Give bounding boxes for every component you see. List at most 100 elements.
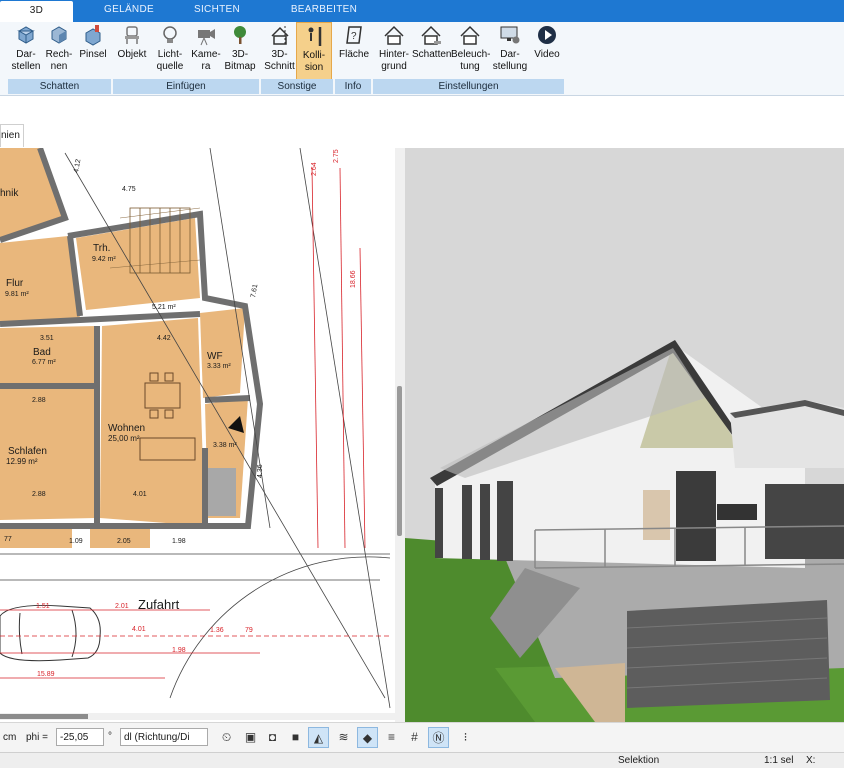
play-video-icon (538, 26, 556, 44)
svg-text:1.09: 1.09 (69, 538, 83, 545)
svg-text:18.66: 18.66 (350, 270, 357, 288)
status-x-coordinate: X: (806, 755, 816, 766)
house-light-icon (460, 25, 480, 45)
phi-input[interactable]: -25,05 (56, 728, 104, 746)
tab-sichten[interactable]: SICHTEN (184, 0, 250, 22)
svg-text:2.64: 2.64 (311, 162, 318, 176)
level-icon[interactable]: ⁝ (455, 727, 476, 748)
video-button[interactable]: Video (531, 22, 563, 80)
svg-text:5.21 m²: 5.21 m² (152, 304, 176, 311)
svg-text:4.01: 4.01 (132, 626, 146, 633)
pinsel-button[interactable]: Pinsel (77, 22, 109, 80)
group-einstellungen: Einstellungen (373, 79, 564, 94)
monitor-icon[interactable]: ▣ (240, 727, 261, 748)
texture-icon[interactable]: ≋ (333, 727, 354, 748)
phi-label: phi = (26, 732, 48, 743)
clock-icon[interactable]: ⏲ (216, 727, 237, 748)
schatten-button[interactable]: Schatten (412, 22, 451, 80)
status-scale: 1:1 sel (764, 755, 794, 766)
svg-text:Zufahrt: Zufahrt (138, 597, 180, 612)
group-schatten: Schatten (8, 79, 111, 94)
plan-horizontal-scrollbar[interactable] (0, 713, 395, 720)
person-collision-icon (308, 27, 322, 46)
svg-text:3.38 m²: 3.38 m² (213, 442, 237, 449)
car-outline (0, 604, 101, 662)
surface-icon[interactable]: ◆ (357, 727, 378, 748)
lichtquelle-button[interactable]: Licht- quelle (152, 22, 188, 80)
bitmap3d-button[interactable]: 3D- Bitmap (223, 22, 257, 80)
svg-text:Schlafen: Schlafen (8, 446, 47, 457)
svg-text:77: 77 (4, 536, 12, 543)
svg-text:Bad: Bad (33, 347, 51, 358)
beleuchtung-button[interactable]: Beleuch- tung (451, 22, 490, 80)
darstellen-button[interactable]: Dar- stellen (9, 22, 43, 80)
darstellung-button[interactable]: Dar- stellung (491, 22, 529, 80)
layers-icon[interactable]: ≡ (381, 727, 402, 748)
tab-3d[interactable]: 3D (0, 1, 73, 22)
svg-text:3.51: 3.51 (40, 335, 54, 342)
svg-text:3.33 m²: 3.33 m² (207, 363, 231, 370)
floor-plan-view[interactable]: hnik Trh. 9.42 m² Flur 9.81 m² Bad 6.77 … (0, 148, 395, 715)
tab-bearbeiten[interactable]: BEARBEITEN (288, 0, 360, 22)
svg-text:Flur: Flur (6, 278, 24, 289)
svg-text:4.75: 4.75 (122, 186, 136, 193)
svg-text:7.61: 7.61 (250, 284, 259, 299)
north-icon[interactable]: Ⓝ (428, 727, 449, 748)
vertical-scroll-thumb[interactable] (397, 386, 402, 536)
grid-icon[interactable]: # (404, 727, 425, 748)
group-info: Info (335, 79, 371, 94)
svg-text:WF: WF (207, 351, 223, 362)
cube-render-icon (17, 26, 35, 44)
kamera-button[interactable]: Kame- ra (191, 22, 221, 80)
paint-icon[interactable]: ■ (285, 727, 306, 748)
3d-view[interactable] (405, 148, 844, 722)
bottom-toolbar: cm phi = -25,05 ° dl (Richtung/Di ⏲ ▣ ◘ … (0, 722, 844, 753)
svg-text:4.12: 4.12 (73, 159, 82, 174)
kollision-button[interactable]: Kolli- sion (296, 22, 332, 82)
camera-icon (198, 29, 215, 46)
objekt-button[interactable]: Objekt (115, 22, 149, 80)
svg-text:1.51: 1.51 (36, 603, 50, 610)
svg-text:1.98: 1.98 (172, 647, 186, 654)
svg-text:2.88: 2.88 (32, 397, 46, 404)
section-house-icon (270, 26, 289, 45)
view-splitter[interactable] (395, 148, 405, 722)
roof-view-icon[interactable]: ◭ (308, 727, 329, 748)
tab-gelaende[interactable]: GELÄNDE (96, 0, 162, 22)
group-einfuegen: Einfügen (113, 79, 259, 94)
chair-icon (125, 26, 139, 44)
svg-text:4.36: 4.36 (257, 464, 264, 478)
svg-text:9.81 m²: 9.81 m² (5, 291, 29, 298)
svg-text:12.99 m²: 12.99 m² (6, 457, 38, 466)
stairwell (208, 468, 236, 516)
hintergrund-button[interactable]: Hinter- grund (376, 22, 412, 80)
document-tab[interactable]: nien (0, 124, 24, 147)
svg-text:1.36: 1.36 (210, 627, 224, 634)
svg-text:4.01: 4.01 (133, 491, 147, 498)
display-icon[interactable]: ◘ (262, 727, 283, 748)
schnitt3d-button[interactable]: 3D- Schnitt (263, 22, 296, 80)
cube-calc-icon (51, 26, 67, 44)
degree-label: ° (108, 731, 112, 742)
scrollbar-thumb[interactable] (0, 714, 88, 719)
svg-text:6.77 m²: 6.77 m² (32, 359, 56, 366)
direction-select[interactable]: dl (Richtung/Di (120, 728, 208, 746)
flaeche-button[interactable]: ? Fläche (337, 22, 371, 80)
unit-label: cm (3, 732, 17, 743)
svg-text:2.05: 2.05 (117, 538, 131, 545)
svg-text:2.88: 2.88 (32, 491, 46, 498)
group-sonstige: Sonstige (261, 79, 333, 94)
svg-text:Trh.: Trh. (93, 243, 110, 254)
ribbon-tab-bar: 3D GELÄNDE SICHTEN BEARBEITEN (0, 0, 844, 22)
house-background-icon (384, 25, 404, 45)
svg-text:1.98: 1.98 (172, 538, 186, 545)
3d-house-render (405, 148, 844, 722)
svg-text:2.75: 2.75 (333, 149, 340, 163)
svg-text:?: ? (351, 31, 357, 42)
garage-door (627, 600, 830, 708)
rechnen-button[interactable]: Rech- nen (44, 22, 74, 80)
tree-icon (234, 26, 246, 44)
svg-text:Wohnen: Wohnen (108, 423, 145, 434)
svg-text:25,00 m²: 25,00 m² (108, 434, 140, 443)
floor-plan-drawing: hnik Trh. 9.42 m² Flur 9.81 m² Bad 6.77 … (0, 148, 391, 709)
